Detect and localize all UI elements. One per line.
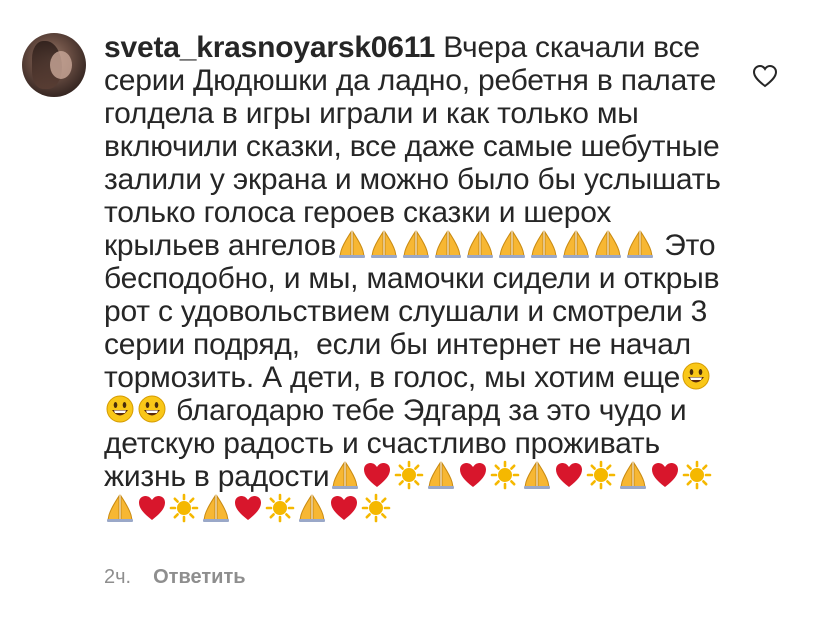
heart-icon xyxy=(233,493,263,523)
smile-icon xyxy=(137,394,167,424)
heart-icon xyxy=(650,460,680,490)
pray-icon xyxy=(497,229,527,259)
username-link[interactable]: sveta_krasnoyarsk0611 xyxy=(104,31,435,64)
pray-icon xyxy=(330,460,360,490)
like-heart-icon[interactable] xyxy=(752,64,778,88)
pray-icon xyxy=(561,229,591,259)
pray-icon xyxy=(465,229,495,259)
heart-icon xyxy=(458,460,488,490)
smile-icon xyxy=(105,394,135,424)
pray-icon xyxy=(369,229,399,259)
sun-icon xyxy=(265,493,295,523)
sun-icon xyxy=(682,460,712,490)
pray-icon xyxy=(201,493,231,523)
pray-icon xyxy=(401,229,431,259)
pray-icon xyxy=(593,229,623,259)
reply-button[interactable]: Ответить xyxy=(153,566,245,588)
sun-icon xyxy=(169,493,199,523)
sun-icon xyxy=(586,460,616,490)
comment-meta: 2ч. Ответить xyxy=(104,566,246,589)
pray-icon xyxy=(529,229,559,259)
heart-icon xyxy=(362,460,392,490)
heart-icon xyxy=(329,493,359,523)
sun-icon xyxy=(361,493,391,523)
sun-icon xyxy=(490,460,520,490)
pray-icon xyxy=(433,229,463,259)
comment-text-part-1: Вчера скачали все серии Дюдюшки да ладно… xyxy=(104,31,729,262)
pray-icon xyxy=(625,229,655,259)
pray-icon xyxy=(337,229,367,259)
heart-icon xyxy=(554,460,584,490)
avatar[interactable] xyxy=(22,33,86,97)
pray-icon xyxy=(522,460,552,490)
pray-icon xyxy=(297,493,327,523)
emoji-group-1 xyxy=(336,229,656,262)
pray-icon xyxy=(105,493,135,523)
comment-time: 2ч. xyxy=(104,566,132,588)
sun-icon xyxy=(394,460,424,490)
comment: sveta_krasnoyarsk0611 Вчера скачали все … xyxy=(0,0,817,619)
pray-icon xyxy=(618,460,648,490)
avatar-face xyxy=(50,51,72,79)
comment-body: sveta_krasnoyarsk0611 Вчера скачали все … xyxy=(104,31,724,526)
pray-icon xyxy=(426,460,456,490)
heart-icon xyxy=(137,493,167,523)
smile-icon xyxy=(681,361,711,391)
